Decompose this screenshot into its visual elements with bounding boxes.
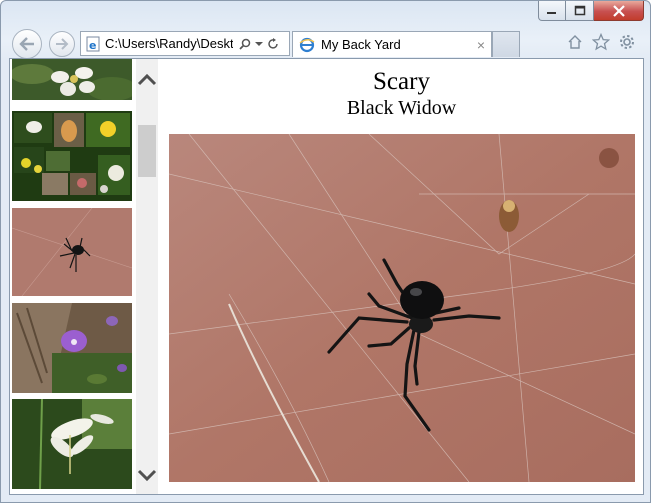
minimize-button[interactable] [538,1,566,21]
purple-violet-image [12,303,132,393]
thumbnail-sidebar [10,59,160,494]
black-widow-thumbnail[interactable] [12,208,132,296]
black-widow-photo [169,134,635,482]
maximize-icon [574,5,585,15]
star-icon [592,33,610,51]
svg-text:e: e [89,39,96,52]
window-controls [538,1,644,21]
purple-violet-thumbnail[interactable] [12,303,132,393]
white-lily-image [12,399,132,489]
address-text[interactable]: C:\Users\Randy\Deskt [105,36,233,51]
address-bar[interactable]: e C:\Users\Randy\Deskt [80,31,290,56]
white-flower-thumbnail[interactable] [12,59,132,104]
minimize-icon [547,11,556,14]
white-lily-thumbnail[interactable] [12,399,132,489]
chevron-down-icon[interactable] [255,41,263,47]
favorites-button[interactable] [592,33,610,51]
ie-page-icon: e [86,36,100,52]
gear-icon [620,35,634,49]
black-widow-image [169,134,635,482]
white-flower-image [12,59,132,104]
sidebar-scrollbar[interactable] [136,59,158,494]
tools-button[interactable] [618,33,636,51]
close-icon [612,4,625,17]
flower-collage-thumbnail[interactable] [12,111,132,201]
home-icon [568,35,582,49]
search-icon[interactable] [239,38,251,50]
main-panel: Scary Black Widow [160,59,643,494]
page-viewport: Scary Black Widow [9,58,644,495]
maximize-button[interactable] [566,1,594,21]
arrow-left-icon [19,37,34,51]
forward-button[interactable] [49,31,75,57]
scroll-thumb[interactable] [138,125,156,177]
navigation-bar: e C:\Users\Randy\Deskt My Back Yard × [1,27,650,59]
close-window-button[interactable] [594,1,644,21]
ie-logo-icon [299,37,315,52]
page-subtitle: Black Widow [346,97,457,119]
scroll-up-button[interactable] [136,69,158,91]
toolbar-right [566,33,636,51]
refresh-icon[interactable] [267,37,279,50]
flower-collage-image [12,111,132,201]
black-widow-thumb-image [12,208,132,296]
chevron-up-icon [137,74,157,86]
back-button[interactable] [12,29,42,59]
chevron-down-icon [137,469,157,481]
tab-title: My Back Yard [321,37,401,52]
browser-window: e C:\Users\Randy\Deskt My Back Yard × Sc… [0,0,651,503]
new-tab-button[interactable] [492,31,520,57]
page-title: Scary [373,68,430,95]
tab-close-button[interactable]: × [477,37,485,53]
home-button[interactable] [566,33,584,51]
tab-my-back-yard[interactable]: My Back Yard × [292,31,492,57]
arrow-right-icon [56,38,69,50]
scroll-down-button[interactable] [136,464,158,486]
